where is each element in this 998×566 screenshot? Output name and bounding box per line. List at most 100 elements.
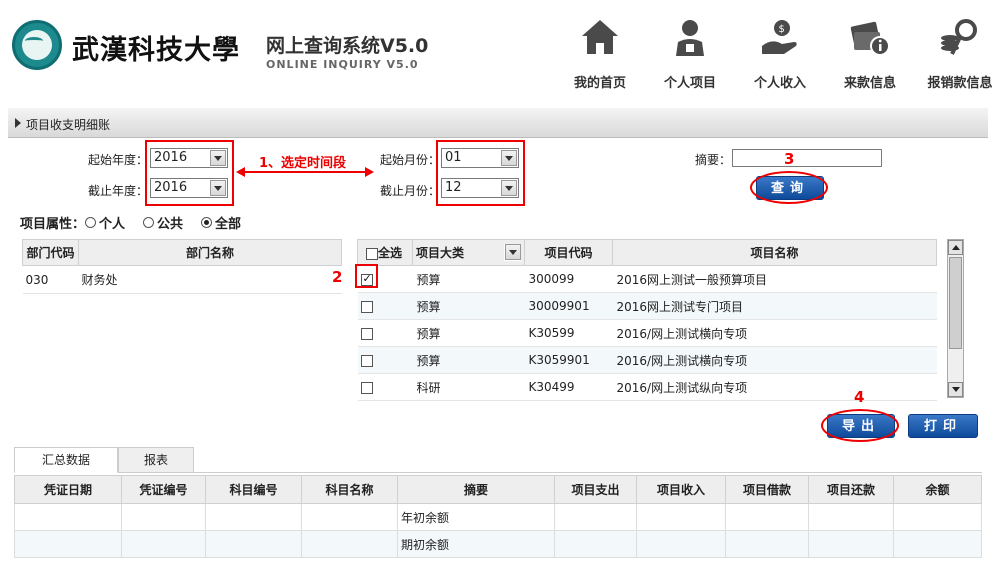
- project-type-cell: 预算: [412, 265, 525, 293]
- section-title: 项目收支明细账: [26, 118, 111, 132]
- project-name-cell: 2016网上测试一般预算项目: [612, 265, 937, 293]
- row-checkbox[interactable]: [360, 354, 373, 367]
- project-expense-header: 项目支出: [554, 475, 637, 504]
- tab-report[interactable]: 报表: [118, 447, 194, 473]
- scroll-up-icon[interactable]: [948, 240, 963, 255]
- balance-header: 余额: [893, 475, 982, 504]
- reimburse-search-icon: [938, 16, 982, 60]
- abstract-cell: 期初余额: [397, 530, 555, 558]
- income-icon: $: [758, 16, 802, 60]
- abstract-header: 摘要: [397, 475, 555, 504]
- dept-name-cell: 财务处: [78, 265, 342, 294]
- month-highlight-box: [436, 140, 525, 206]
- start-year-label: 起始年度：: [88, 153, 149, 167]
- nav-personal-projects-label: 个人项目: [663, 76, 716, 91]
- university-logo: [12, 20, 62, 70]
- home-icon: [578, 16, 622, 60]
- system-title: 网上查询系统V5.0: [266, 35, 429, 57]
- radio-personal[interactable]: 个人: [85, 213, 125, 232]
- project-name-cell: 2016/网上测试横向专项: [612, 319, 937, 347]
- table-row[interactable]: 030 财务处: [22, 265, 342, 294]
- checkbox-highlight-box: [355, 264, 378, 288]
- query-highlight-ellipse: [750, 171, 828, 204]
- select-all-header[interactable]: 全选: [357, 239, 413, 266]
- expand-triangle-icon: [15, 118, 21, 128]
- table-row[interactable]: 科研 K30499 2016/网上测试纵向专项: [357, 373, 937, 401]
- project-table-scrollbar[interactable]: [947, 239, 964, 398]
- table-row[interactable]: 预算 K3059901 2016/网上测试横向专项: [357, 346, 937, 374]
- project-attribute-group: 项目属性： 个人 公共 全部: [20, 213, 241, 232]
- svg-text:$: $: [779, 24, 785, 35]
- type-filter-dropdown[interactable]: [504, 244, 521, 261]
- project-type-cell: 预算: [412, 346, 525, 374]
- project-table: 全选 项目大类 项目代码 项目名称 预算 300099 2016网上测试一般预算…: [357, 239, 937, 401]
- print-button[interactable]: 打印: [908, 414, 978, 438]
- step4-annotation: 4: [854, 388, 865, 406]
- project-name-cell: 2016/网上测试横向专项: [612, 346, 937, 374]
- project-code-cell: K30499: [524, 373, 613, 401]
- scroll-thumb[interactable]: [949, 257, 962, 349]
- person-icon: [668, 16, 712, 60]
- row-checkbox[interactable]: [360, 300, 373, 313]
- top-nav: 我的首页 个人项目 $ 个人收入 来款信息 报销款信息: [555, 12, 998, 91]
- row-checkbox[interactable]: [360, 327, 373, 340]
- university-name: 武漢科技大學: [72, 35, 240, 66]
- summary-label: 摘要：: [695, 153, 732, 167]
- abstract-cell: 年初余额: [397, 503, 555, 531]
- voucher-number-header: 凭证编号: [121, 475, 206, 504]
- tab-bar: 汇总数据 报表: [14, 447, 982, 473]
- project-type-header[interactable]: 项目大类: [412, 239, 525, 266]
- nav-personal-income-label: 个人收入: [753, 76, 806, 91]
- nav-home-label: 我的首页: [573, 76, 626, 91]
- nav-reimburse-info-label: 报销款信息: [927, 76, 993, 91]
- nav-reimburse-info[interactable]: 报销款信息: [915, 12, 998, 91]
- table-row[interactable]: 期初余额: [14, 530, 982, 558]
- summary-input[interactable]: [732, 149, 882, 167]
- table-row[interactable]: 预算 30009901 2016网上测试专门项目: [357, 292, 937, 320]
- project-code-header: 项目代码: [524, 239, 613, 266]
- nav-personal-projects[interactable]: 个人项目: [645, 12, 735, 91]
- step3-annotation: 3: [784, 150, 795, 168]
- nav-money-info-label: 来款信息: [843, 76, 896, 91]
- project-code-cell: K3059901: [524, 346, 613, 374]
- project-code-cell: K30599: [524, 319, 613, 347]
- table-row[interactable]: 年初余额: [14, 503, 982, 531]
- table-row[interactable]: 预算 300099 2016网上测试一般预算项目: [357, 265, 937, 293]
- project-attribute-label: 项目属性：: [20, 217, 86, 232]
- project-name-header: 项目名称: [612, 239, 937, 266]
- dept-code-header: 部门代码: [22, 239, 79, 266]
- scroll-down-icon[interactable]: [948, 382, 963, 397]
- dept-name-header: 部门名称: [78, 239, 342, 266]
- nav-money-info[interactable]: 来款信息: [825, 12, 915, 91]
- nav-personal-income[interactable]: $ 个人收入: [735, 12, 825, 91]
- dept-code-cell: 030: [22, 265, 79, 294]
- nav-home[interactable]: 我的首页: [555, 12, 645, 91]
- end-month-label: 截止月份：: [380, 184, 441, 198]
- end-year-label: 截止年度：: [88, 184, 149, 198]
- project-repayment-header: 项目还款: [808, 475, 894, 504]
- summary-table: 凭证日期 凭证编号 科目编号 科目名称 摘要 项目支出 项目收入 项目借款 项目…: [14, 475, 982, 558]
- subject-name-header: 科目名称: [301, 475, 398, 504]
- select-all-checkbox[interactable]: [366, 247, 378, 260]
- step2-annotation: 2: [332, 268, 343, 286]
- project-code-cell: 30009901: [524, 292, 613, 320]
- system-subtitle: ONLINE INQUIRY V5.0: [266, 58, 419, 71]
- table-row[interactable]: 预算 K30599 2016/网上测试横向专项: [357, 319, 937, 347]
- project-loan-header: 项目借款: [725, 475, 809, 504]
- project-type-cell: 预算: [412, 319, 525, 347]
- start-month-label: 起始月份：: [380, 153, 441, 167]
- project-code-cell: 300099: [524, 265, 613, 293]
- subject-code-header: 科目编号: [205, 475, 302, 504]
- row-checkbox[interactable]: [360, 381, 373, 394]
- section-bar: 项目收支明细账: [8, 108, 988, 138]
- radio-public[interactable]: 公共: [143, 213, 183, 232]
- project-income-header: 项目收入: [636, 475, 726, 504]
- radio-all[interactable]: 全部: [201, 213, 241, 232]
- voucher-date-header: 凭证日期: [14, 475, 122, 504]
- step1-annotation: 1、选定时间段: [259, 156, 347, 171]
- department-table: 部门代码 部门名称 030 财务处: [22, 239, 342, 294]
- project-type-cell: 科研: [412, 373, 525, 401]
- export-highlight-ellipse: [821, 409, 899, 442]
- project-type-cell: 预算: [412, 292, 525, 320]
- tab-summary-data[interactable]: 汇总数据: [14, 447, 118, 473]
